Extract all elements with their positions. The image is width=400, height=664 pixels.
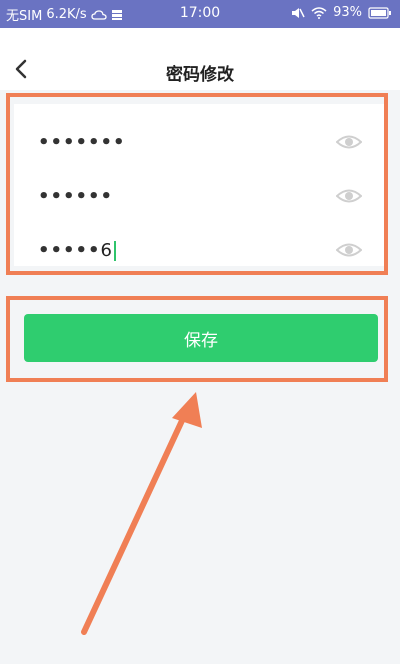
status-right: 93% xyxy=(291,5,392,20)
old-password-field[interactable]: ••••••• xyxy=(14,122,386,162)
nav-bar: 密码修改 xyxy=(0,28,400,90)
page-title: 密码修改 xyxy=(166,65,234,85)
confirm-password-field[interactable]: •••••6 xyxy=(14,230,386,270)
eye-icon[interactable] xyxy=(335,240,363,260)
text-cursor xyxy=(113,241,116,261)
eye-icon[interactable] xyxy=(335,132,363,152)
password-value: •••••• xyxy=(38,186,114,207)
password-value: ••••••• xyxy=(38,132,126,153)
mute-icon xyxy=(291,7,305,19)
new-password-field[interactable]: •••••• xyxy=(14,176,386,216)
save-button[interactable]: 保存 xyxy=(24,314,378,362)
battery-text: 93% xyxy=(333,5,362,20)
password-form: ••••••• •••••• •••••6 xyxy=(14,104,386,266)
wifi-icon xyxy=(311,6,327,19)
battery-icon xyxy=(368,6,392,19)
typed-char: 6 xyxy=(100,240,113,261)
password-value: •••••6 xyxy=(38,240,116,261)
status-bar: 无SIM 6.2K/s 17:00 93% xyxy=(0,0,400,28)
eye-icon[interactable] xyxy=(335,186,363,206)
